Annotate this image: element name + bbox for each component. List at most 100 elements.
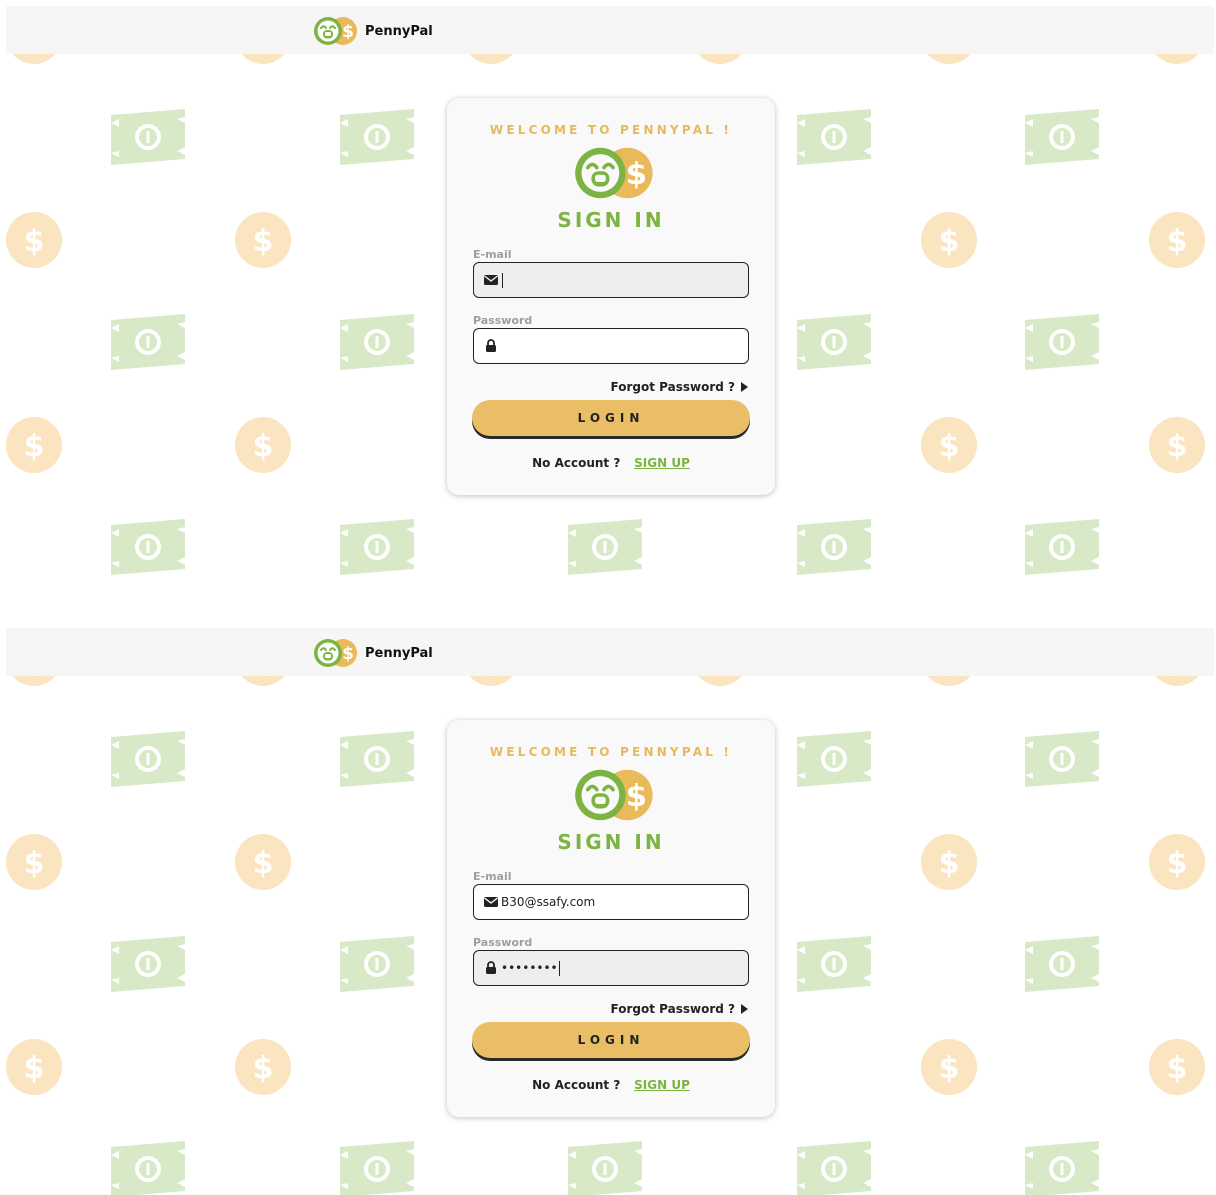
dollar-coin-icon: $ [921,212,977,268]
svg-text:$: $ [1167,224,1188,259]
brand-link[interactable]: $ PennyPal [312,638,433,668]
money-bill-icon [337,519,417,575]
dollar-coin-icon: $ [1149,417,1205,473]
welcome-heading: WELCOME TO PENNYPAL ! [489,745,733,759]
signup-prompt: No Account ? SIGN UP [447,1078,775,1092]
dollar-coin-icon: $ [235,212,291,268]
dollar-coin-icon: $ [235,417,291,473]
money-bill-icon [794,731,874,787]
login-card: WELCOME TO PENNYPAL ! $ SIGN IN E-mail P… [447,98,775,495]
pennypal-logo-icon: $ [575,147,653,199]
pennypal-logo-icon: $ [314,639,357,667]
signup-link[interactable]: SIGN UP [634,456,690,470]
dollar-coin-icon: $ [921,1039,977,1095]
money-bill-icon [337,936,417,992]
money-bill-icon [794,519,874,575]
login-screen-empty: $$$$$$$$$$$$$$ $ PennyPal WELCOME TO PEN… [0,0,1216,600]
money-bill-icon [794,314,874,370]
dollar-coin-icon: $ [921,834,977,890]
navbar: $ PennyPal [6,6,1214,54]
dollar-coin-icon: $ [1149,1039,1205,1095]
svg-text:$: $ [342,644,354,664]
password-field[interactable]: •••••••• [473,950,749,986]
dollar-coin-icon: $ [1149,212,1205,268]
pennypal-logo-icon: $ [314,17,357,45]
money-bill-icon [337,314,417,370]
envelope-icon [484,897,498,907]
svg-text:$: $ [939,429,960,464]
money-bill-icon [794,936,874,992]
money-bill-icon [108,936,188,992]
password-label: Password [473,314,533,327]
password-value: •••••••• [501,961,558,975]
money-bill-icon [108,1141,188,1195]
money-bill-icon [108,519,188,575]
login-card: WELCOME TO PENNYPAL ! $ SIGN IN E-mail B… [447,720,775,1117]
signup-prompt: No Account ? SIGN UP [447,456,775,470]
svg-text:$: $ [24,224,45,259]
dollar-coin-icon: $ [6,212,62,268]
svg-text:$: $ [939,224,960,259]
money-bill-icon [337,1141,417,1195]
money-bill-icon [108,731,188,787]
forgot-password-label: Forgot Password ? [610,1002,735,1016]
svg-text:$: $ [1167,429,1188,464]
email-field[interactable]: B30@ssafy.com [473,884,749,920]
money-bill-icon [1022,314,1102,370]
svg-text:$: $ [626,157,647,192]
svg-text:$: $ [1167,1051,1188,1086]
lock-icon [486,339,496,352]
svg-text:$: $ [24,429,45,464]
svg-text:$: $ [253,1051,274,1086]
money-bill-icon [1022,109,1102,165]
svg-text:$: $ [939,1051,960,1086]
svg-text:$: $ [939,846,960,881]
money-bill-icon [565,519,645,575]
money-bill-icon [108,314,188,370]
dollar-coin-icon: $ [6,1039,62,1095]
svg-text:$: $ [253,224,274,259]
signup-link[interactable]: SIGN UP [634,1078,690,1092]
dollar-coin-icon: $ [235,834,291,890]
svg-text:$: $ [1167,846,1188,881]
pennypal-logo-icon: $ [575,769,653,821]
email-field[interactable] [473,262,749,298]
forgot-password-link[interactable]: Forgot Password ? [611,1002,748,1016]
dollar-coin-icon: $ [921,417,977,473]
envelope-icon [484,275,498,285]
no-account-text: No Account ? [532,1078,621,1092]
brand-link[interactable]: $ PennyPal [312,16,433,46]
email-label: E-mail [473,248,512,261]
money-bill-icon [1022,731,1102,787]
svg-text:$: $ [626,779,647,814]
svg-text:$: $ [24,846,45,881]
money-bill-icon [337,109,417,165]
forgot-password-link[interactable]: Forgot Password ? [611,380,748,394]
login-button[interactable]: LOGIN [472,1022,750,1058]
password-field[interactable] [473,328,749,364]
money-bill-icon [108,109,188,165]
welcome-heading: WELCOME TO PENNYPAL ! [489,123,733,137]
lock-icon [486,961,496,974]
brand-name: PennyPal [365,23,433,39]
email-value: B30@ssafy.com [501,895,596,909]
dollar-coin-icon: $ [1149,834,1205,890]
no-account-text: No Account ? [532,456,621,470]
money-bill-icon [1022,1141,1102,1195]
login-button[interactable]: LOGIN [472,400,750,436]
sign-in-title: SIGN IN [557,208,665,232]
money-bill-icon [794,109,874,165]
password-label: Password [473,936,533,949]
money-bill-icon [565,1141,645,1195]
navbar: $ PennyPal [6,628,1214,676]
money-bill-icon [1022,936,1102,992]
play-arrow-icon [741,1004,748,1014]
svg-text:$: $ [253,846,274,881]
forgot-password-label: Forgot Password ? [610,380,735,394]
login-screen-filled: $$$$$$$$$$$$$$ $ PennyPal WELCOME TO PEN… [0,622,1216,1195]
text-caret [558,960,560,976]
svg-text:$: $ [24,1051,45,1086]
sign-in-title: SIGN IN [557,830,665,854]
money-bill-icon [1022,519,1102,575]
svg-text:$: $ [253,429,274,464]
